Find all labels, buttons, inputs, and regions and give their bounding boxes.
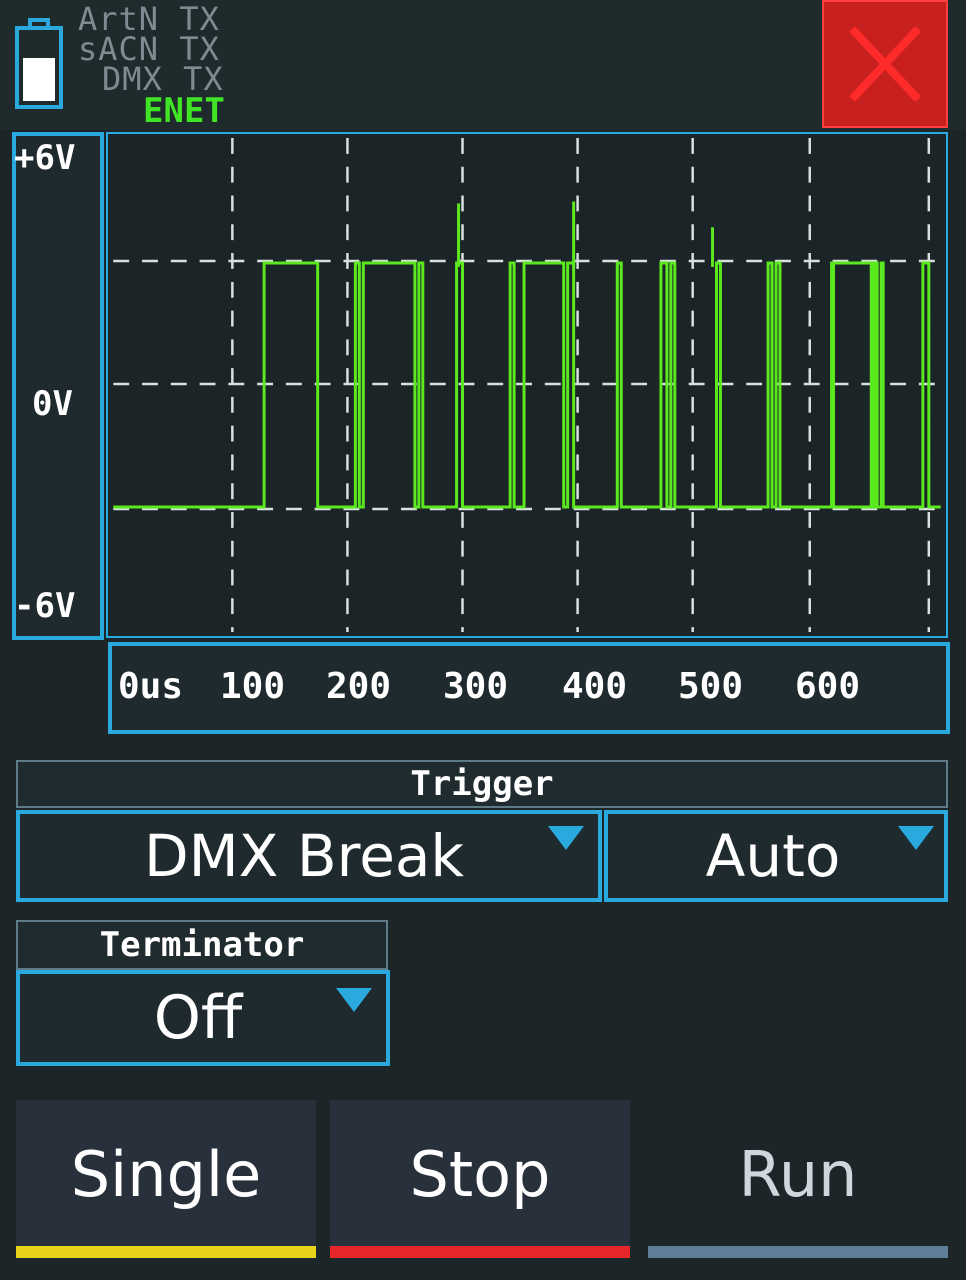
trigger-mode-select[interactable]: Auto [604,810,948,902]
run-label: Run [738,1137,858,1211]
dropdown-arrow-icon [336,988,372,1012]
enet-status: ENET [143,91,225,131]
trigger-header: Trigger [16,760,948,808]
run-button[interactable]: Run [648,1100,948,1258]
trigger-mode-value: Auto [705,822,841,890]
scope-display [106,132,948,638]
terminator-header: Terminator [16,920,388,970]
terminator-title: Terminator [99,925,305,965]
stop-label: Stop [409,1137,551,1211]
trigger-title: Trigger [410,764,554,804]
signal-spikes [457,201,715,267]
dropdown-arrow-icon [548,826,584,850]
single-button[interactable]: Single [16,1100,316,1258]
time-label-100: 100 [220,666,286,707]
dmx-status: DMX TX [102,63,224,95]
time-label-600: 600 [795,666,861,707]
trigger-source-select[interactable]: DMX Break [16,810,602,902]
single-indicator [16,1246,316,1258]
time-label-0: 0us [118,666,184,707]
trigger-source-value: DMX Break [143,822,465,890]
close-icon [849,26,921,102]
run-indicator [648,1246,948,1258]
time-label-400: 400 [562,666,628,707]
battery-icon [15,18,63,109]
stop-button[interactable]: Stop [330,1100,630,1258]
dropdown-arrow-icon [898,826,934,850]
time-label-300: 300 [443,666,509,707]
voltage-label-zero: 0V [32,384,73,424]
scope-grid [113,137,941,633]
stop-indicator [330,1246,630,1258]
voltage-label-max: +6V [14,138,76,178]
terminator-value: Off [153,983,243,1053]
voltage-label-min: -6V [14,586,76,626]
time-label-500: 500 [678,666,744,707]
single-label: Single [70,1137,262,1211]
close-button[interactable] [822,0,948,128]
terminator-select[interactable]: Off [16,970,390,1066]
time-label-200: 200 [326,666,392,707]
